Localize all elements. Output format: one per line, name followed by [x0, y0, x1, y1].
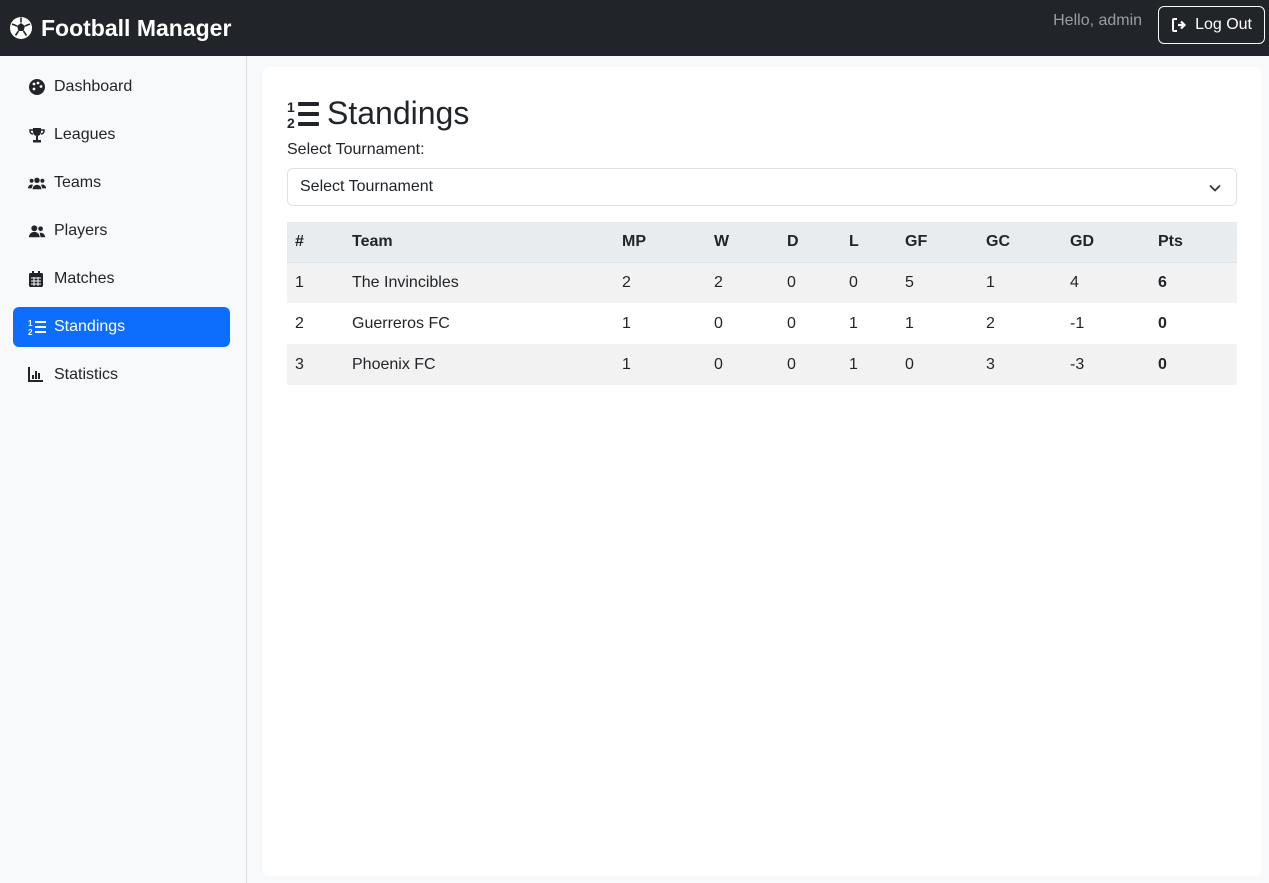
- cell-gc: 2: [986, 314, 995, 332]
- svg-text:1: 1: [287, 99, 295, 115]
- cell-gc: 3: [986, 355, 995, 373]
- col-header-rank: #: [295, 232, 304, 250]
- sidebar-item-matches[interactable]: Matches: [13, 259, 230, 299]
- cell-team: Guerreros FC: [352, 314, 450, 332]
- cell-mp: 2: [622, 273, 631, 291]
- cell-gc: 1: [986, 273, 995, 291]
- sidebar-item-label: Standings: [54, 318, 126, 335]
- cell-l: 0: [849, 273, 858, 291]
- users-icon: [28, 174, 46, 192]
- table-header-row: # Team MP W D L GF GC GD Pts: [287, 222, 1237, 262]
- col-header-pts: Pts: [1158, 232, 1183, 250]
- cell-team: Phoenix FC: [352, 355, 436, 373]
- svg-text:1: 1: [28, 319, 33, 328]
- cell-rank: 1: [295, 273, 304, 291]
- sidebar-item-label: Players: [54, 222, 108, 239]
- sidebar-item-standings[interactable]: 12 Standings: [13, 307, 230, 347]
- col-header-l: L: [849, 232, 859, 250]
- page-title-text: Standings: [327, 95, 470, 131]
- logout-label: Log Out: [1195, 16, 1252, 33]
- tournament-select-label: Select Tournament:: [287, 141, 425, 158]
- cell-team: The Invincibles: [352, 273, 459, 291]
- brand-title: Football Manager: [41, 14, 232, 41]
- sidebar-item-statistics[interactable]: Statistics: [13, 355, 230, 395]
- cell-l: 1: [849, 314, 858, 332]
- user-group-icon: [28, 222, 46, 240]
- sidebar: Dashboard Leagues Teams Players Matches …: [0, 56, 247, 883]
- col-header-mp: MP: [622, 232, 646, 250]
- table-row: 3 Phoenix FC 1 0 0 1 0 3 -3 0: [287, 344, 1237, 385]
- cell-rank: 2: [295, 314, 304, 332]
- cell-gf: 5: [905, 273, 914, 291]
- cell-w: 0: [714, 314, 723, 332]
- sidebar-item-label: Statistics: [54, 366, 119, 383]
- cell-w: 0: [714, 355, 723, 373]
- sidebar-item-label: Dashboard: [54, 78, 133, 95]
- sidebar-item-label: Leagues: [54, 126, 116, 143]
- cell-gd: 4: [1070, 273, 1079, 291]
- col-header-gc: GC: [986, 232, 1010, 250]
- cell-mp: 1: [622, 355, 631, 373]
- sidebar-item-label: Matches: [54, 270, 115, 287]
- list-ol-icon: 12: [287, 98, 319, 130]
- standings-table: # Team MP W D L GF GC GD Pts 1 The Invin…: [287, 222, 1237, 385]
- list-ol-icon: 12: [28, 318, 46, 336]
- chevron-down-icon: [1208, 181, 1222, 195]
- col-header-d: D: [787, 232, 799, 250]
- cell-gf: 0: [905, 355, 914, 373]
- sidebar-item-label: Teams: [54, 174, 102, 191]
- sidebar-item-leagues[interactable]: Leagues: [13, 115, 230, 155]
- cell-pts: 6: [1158, 273, 1167, 291]
- cell-rank: 3: [295, 355, 304, 373]
- cell-gd: -1: [1070, 314, 1085, 332]
- col-header-gf: GF: [905, 232, 928, 250]
- tournament-select-value: Select Tournament: [300, 178, 434, 195]
- sidebar-item-dashboard[interactable]: Dashboard: [13, 67, 230, 107]
- table-row: 1 The Invincibles 2 2 0 0 5 1 4 6: [287, 262, 1237, 303]
- user-area: Hello, admin Log Out: [1053, 6, 1265, 44]
- logout-button[interactable]: Log Out: [1158, 6, 1265, 44]
- sidebar-item-teams[interactable]: Teams: [13, 163, 230, 203]
- col-header-gd: GD: [1070, 232, 1094, 250]
- col-header-team: Team: [352, 232, 393, 250]
- table-row: 2 Guerreros FC 1 0 0 1 1 2 -1 0: [287, 303, 1237, 344]
- cell-d: 0: [787, 314, 796, 332]
- tournament-select[interactable]: Select Tournament: [287, 168, 1237, 206]
- sign-out-icon: [1171, 17, 1187, 33]
- page-title: 12 Standings: [287, 95, 469, 132]
- brand[interactable]: Football Manager: [9, 15, 231, 42]
- palette-icon: [28, 78, 46, 96]
- svg-text:2: 2: [287, 115, 295, 130]
- cell-d: 0: [787, 273, 796, 291]
- standings-card: 12 Standings Select Tournament: Select T…: [263, 67, 1261, 876]
- col-header-w: W: [714, 232, 730, 250]
- calendar-icon: [28, 270, 46, 288]
- svg-text:2: 2: [28, 328, 33, 336]
- cell-w: 2: [714, 273, 723, 291]
- trophy-icon: [28, 126, 46, 144]
- cell-l: 1: [849, 355, 858, 373]
- cell-d: 0: [787, 355, 796, 373]
- cell-mp: 1: [622, 314, 631, 332]
- user-greeting: Hello, admin: [1053, 12, 1143, 29]
- top-navbar: Football Manager Hello, admin Log Out: [0, 0, 1269, 56]
- chart-bar-icon: [28, 366, 46, 384]
- soccer-ball-icon: [9, 16, 33, 40]
- sidebar-item-players[interactable]: Players: [13, 211, 230, 251]
- cell-gf: 1: [905, 314, 914, 332]
- cell-pts: 0: [1158, 314, 1167, 332]
- cell-pts: 0: [1158, 355, 1167, 373]
- cell-gd: -3: [1070, 355, 1085, 373]
